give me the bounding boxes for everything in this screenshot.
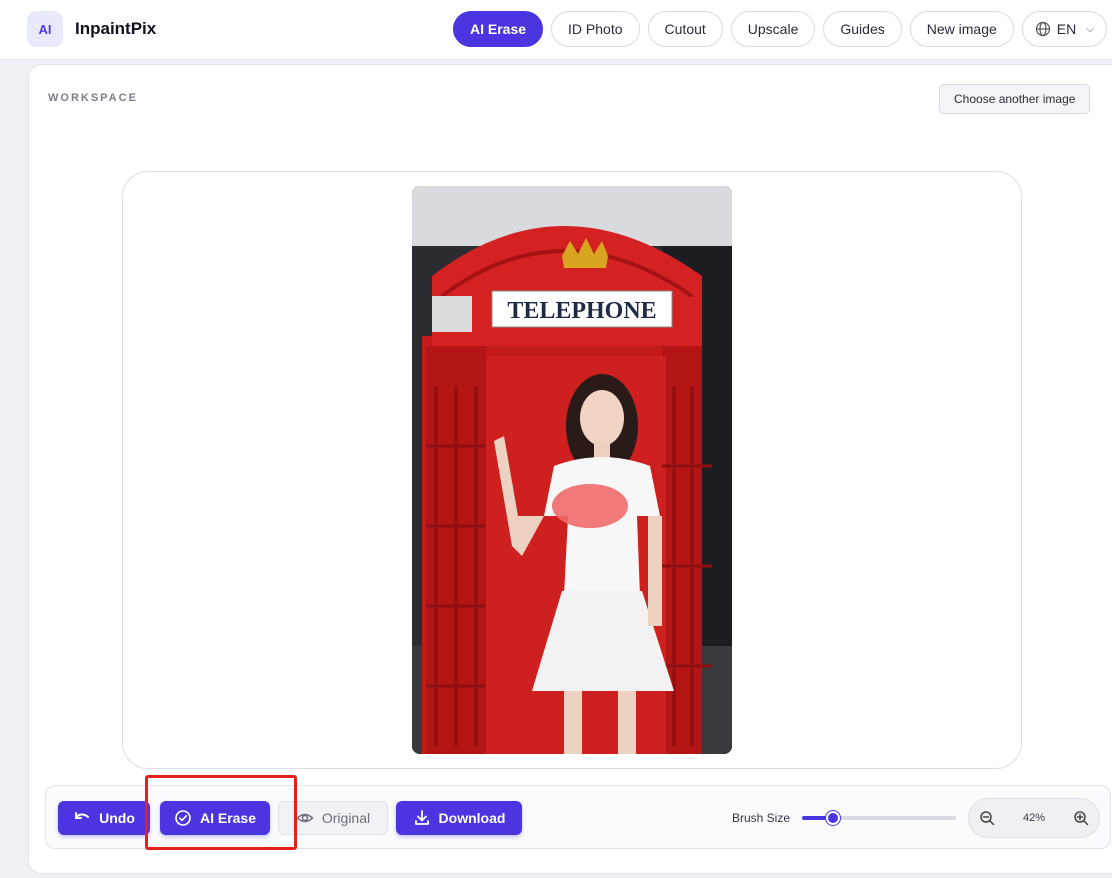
- globe-icon: [1035, 21, 1050, 37]
- check-circle-icon: [175, 810, 191, 826]
- brush-size-thumb[interactable]: [826, 811, 840, 825]
- nav-cutout[interactable]: Cutout: [647, 11, 723, 47]
- undo-label: Undo: [99, 810, 135, 826]
- undo-button[interactable]: Undo: [58, 801, 150, 835]
- ai-erase-button[interactable]: AI Erase: [160, 801, 270, 835]
- editor-toolbar: Undo AI Erase Original Download Brush Si…: [45, 785, 1111, 849]
- download-label: Download: [438, 810, 506, 826]
- original-label: Original: [321, 810, 371, 826]
- zoom-in-icon[interactable]: [1073, 810, 1089, 826]
- canvas-frame: TELEPHONE: [122, 171, 1022, 769]
- eye-icon: [296, 813, 314, 823]
- brush-size-label: Brush Size: [732, 811, 791, 825]
- nav-id-photo[interactable]: ID Photo: [551, 11, 640, 47]
- original-toggle-button[interactable]: Original: [278, 801, 388, 835]
- brush-size-slider[interactable]: [802, 811, 956, 825]
- download-button[interactable]: Download: [396, 801, 522, 835]
- zoom-control: 42%: [968, 798, 1100, 838]
- nav-ai-erase[interactable]: AI Erase: [453, 11, 544, 47]
- main-nav: AI Erase ID Photo Cutout Upscale Guides …: [453, 11, 1107, 47]
- photo-image: TELEPHONE: [412, 186, 732, 754]
- ai-erase-label: AI Erase: [199, 810, 257, 826]
- brand-name[interactable]: InpaintPix: [75, 19, 156, 39]
- photo-canvas[interactable]: TELEPHONE: [412, 186, 732, 754]
- undo-icon: [75, 812, 90, 819]
- choose-another-image-button[interactable]: Choose another image: [939, 84, 1091, 114]
- zoom-level: 42%: [1022, 812, 1046, 824]
- logo-badge[interactable]: AI: [27, 11, 63, 47]
- language-selector[interactable]: EN ⌵: [1021, 11, 1107, 47]
- download-icon: [414, 810, 429, 825]
- booth-sign-text: TELEPHONE: [507, 298, 656, 324]
- workspace-label: WORKSPACE: [48, 92, 138, 104]
- zoom-out-icon[interactable]: [979, 810, 995, 826]
- workspace-card: WORKSPACE Choose another image TELEPHONE: [28, 64, 1112, 874]
- nav-new-image[interactable]: New image: [909, 11, 1014, 47]
- top-header: AI InpaintPix AI Erase ID Photo Cutout U…: [0, 0, 1112, 60]
- chevron-down-icon: ⌵: [1086, 23, 1094, 35]
- nav-upscale[interactable]: Upscale: [730, 11, 816, 47]
- nav-guides[interactable]: Guides: [823, 11, 902, 47]
- language-label: EN: [1056, 21, 1077, 37]
